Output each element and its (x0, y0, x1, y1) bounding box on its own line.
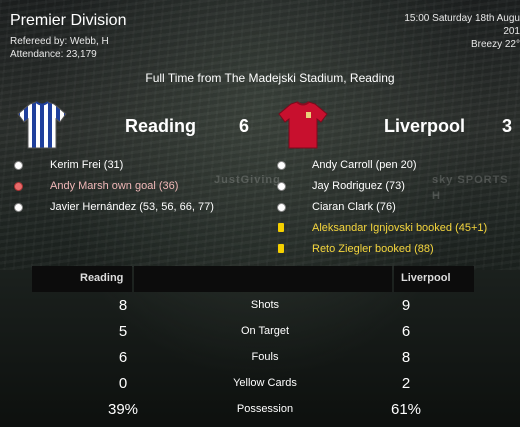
home-team-name: Reading (125, 116, 197, 136)
ad-board-left: JustGiving (214, 174, 281, 186)
stat-home-value: 6 (118, 349, 128, 366)
match-year-fragment: 201 (503, 26, 520, 37)
stat-label: On Target (240, 325, 290, 337)
stats-home-label: Reading (80, 272, 124, 284)
stat-home-value: 39% (107, 401, 139, 418)
goal-ball-icon (14, 203, 23, 212)
yellow-card-icon (278, 244, 284, 253)
stats-away-label: Liverpool (401, 272, 451, 284)
home-event-item: Javier Hernández (53, 56, 66, 77) (50, 201, 214, 213)
yellow-card-icon (278, 223, 284, 232)
away-event-item: Reto Ziegler booked (88) (312, 243, 434, 255)
away-event-item: Ciaran Clark (76) (312, 201, 396, 213)
competition-title: Premier Division (10, 12, 127, 29)
home-shirt-icon (16, 100, 68, 155)
away-event-item: Aleksandar Ignjovski booked (45+1) (312, 222, 488, 234)
stats-header-middle (134, 266, 392, 292)
goal-ball-icon (277, 203, 286, 212)
stat-away-value: 8 (401, 349, 411, 366)
away-event-item: Andy Carroll (pen 20) (312, 159, 417, 171)
goal-ball-icon (277, 182, 286, 191)
home-event-item: Andy Marsh own goal (36) (50, 180, 179, 192)
ad-board-right: sky SPORTS H (432, 174, 509, 202)
match-info: Premier Division Refereed by: Webb, H At… (10, 12, 126, 61)
stat-label: Fouls (251, 351, 279, 363)
home-event-item: Kerim Frei (31) (50, 159, 124, 171)
away-score: 3 (502, 116, 513, 136)
match-datetime: 15:00 Saturday 18th Augu (404, 13, 520, 24)
match-datetime-panel: 15:00 Saturday 18th Augu 201 Breezy 22° (404, 12, 520, 51)
home-score: 6 (239, 116, 250, 136)
away-team-name: Liverpool (384, 116, 466, 136)
away-shirt-icon (277, 100, 329, 155)
own-goal-ball-icon (14, 182, 23, 191)
stat-home-value: 0 (118, 375, 128, 392)
stat-away-value: 61% (390, 401, 422, 418)
goal-ball-icon (277, 161, 286, 170)
stat-label: Yellow Cards (233, 377, 297, 389)
stat-home-value: 5 (118, 323, 128, 340)
stat-label: Possession (236, 403, 294, 415)
stat-away-value: 2 (401, 375, 411, 392)
referee-text: Refereed by: Webb, H (10, 36, 109, 47)
goal-ball-icon (14, 161, 23, 170)
stat-away-value: 6 (401, 323, 411, 340)
stat-label: Shots (250, 299, 280, 311)
attendance-text: Attendance: 23,179 (10, 49, 97, 60)
weather-text: Breezy 22° (470, 39, 520, 50)
away-event-item: Jay Rodriguez (73) (312, 180, 405, 192)
full-time-line: Full Time from The Madejski Stadium, Rea… (145, 71, 395, 85)
stat-home-value: 8 (118, 297, 128, 314)
stat-away-value: 9 (401, 297, 411, 314)
